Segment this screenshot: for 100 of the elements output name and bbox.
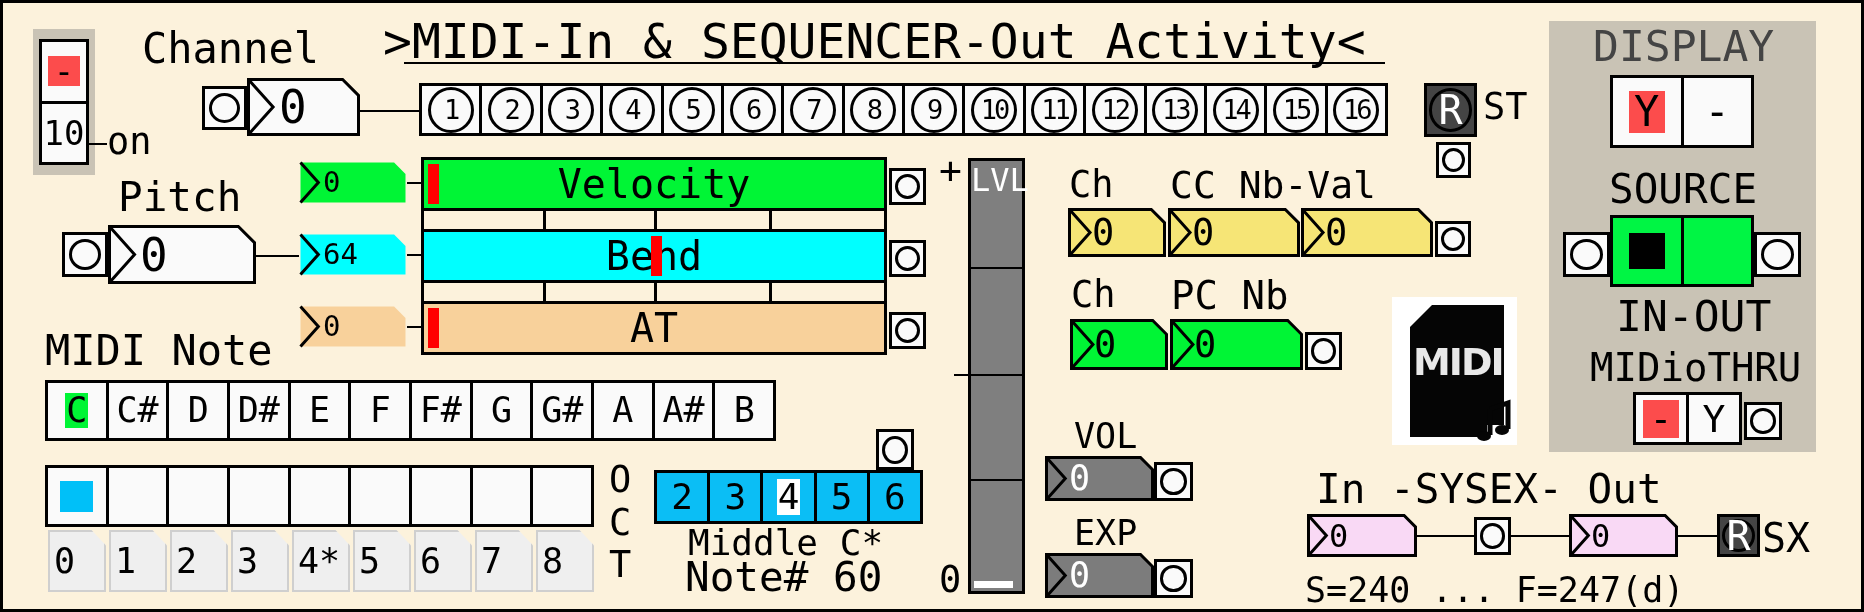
octave-option[interactable] [533, 465, 595, 527]
number-box[interactable]: 0 [1170, 319, 1303, 370]
caption: SX [1762, 518, 1811, 558]
octave-label: 3 [231, 530, 289, 592]
slider-label: 0 [939, 561, 962, 598]
slider-handle[interactable] [428, 308, 439, 348]
number-box[interactable]: 0 [1070, 319, 1168, 370]
bang-button[interactable] [1754, 232, 1801, 277]
range-note: S=240 ... F=247(d) [1305, 573, 1685, 608]
channel-button[interactable]: 10 [965, 83, 1026, 136]
bang-button[interactable] [202, 86, 247, 130]
channel-button[interactable]: 5 [663, 83, 724, 136]
bang-button[interactable] [889, 312, 926, 349]
octave-option[interactable] [169, 465, 230, 527]
number-box[interactable]: 0 [1307, 514, 1417, 557]
radio-option[interactable] [1610, 215, 1684, 287]
channel-button[interactable]: 14 [1206, 83, 1268, 136]
bang-button[interactable] [1474, 517, 1511, 555]
caption: on [107, 123, 152, 160]
bang-button[interactable] [1154, 559, 1193, 598]
note-option[interactable]: D# [230, 380, 291, 441]
number-box[interactable]: 0 [1045, 456, 1154, 501]
octave-option[interactable]: 4 [763, 470, 817, 524]
number-box[interactable]: 0 [1301, 208, 1433, 257]
channel-button[interactable]: 1 [419, 83, 483, 136]
number-box[interactable]: 64 [299, 233, 407, 276]
radio-option[interactable] [1683, 215, 1754, 287]
octave-option[interactable] [108, 465, 170, 527]
octave-option[interactable] [351, 465, 413, 527]
octave-option[interactable] [472, 465, 534, 527]
note-option[interactable]: E [290, 380, 352, 441]
radio-option[interactable]: - [1633, 392, 1689, 445]
channel-button[interactable]: 11 [1025, 83, 1087, 136]
display-label: DISPLAY [1593, 25, 1775, 68]
octave-option[interactable]: 6 [869, 470, 923, 524]
bang-button[interactable] [889, 168, 926, 205]
note-option[interactable]: A# [654, 380, 716, 441]
radio-option[interactable]: 10 [39, 103, 89, 165]
bang-button[interactable] [876, 429, 914, 470]
bang-button[interactable] [1563, 232, 1610, 277]
octave-option[interactable]: 2 [654, 470, 711, 524]
bang-button[interactable] [1436, 142, 1471, 178]
channel-button[interactable]: 15 [1267, 83, 1328, 136]
bang-button[interactable] [1744, 402, 1782, 440]
channel-button[interactable]: 12 [1086, 83, 1147, 136]
number-box[interactable]: 0 [1569, 514, 1678, 557]
octave-label: 7 [475, 530, 533, 592]
channel-button[interactable]: 4 [603, 83, 664, 136]
music-file-icon [1392, 297, 1517, 445]
controller-label: VOL [1074, 419, 1138, 454]
note-option[interactable]: C# [108, 380, 170, 441]
source-label: SOURCE [1609, 169, 1758, 210]
bang-button[interactable] [1435, 221, 1471, 257]
note-option[interactable]: D [169, 380, 230, 441]
slider[interactable]: AT [421, 301, 887, 355]
note-option[interactable]: G [472, 380, 534, 441]
octave-option[interactable]: 3 [710, 470, 764, 524]
reset-button[interactable]: R [1424, 83, 1477, 137]
number-box[interactable]: 0 [1168, 208, 1300, 257]
octave-label: 8 [536, 530, 594, 592]
slider-handle[interactable] [974, 581, 1013, 588]
octave-option[interactable] [290, 465, 352, 527]
note-option[interactable]: A [594, 380, 655, 441]
radio-option[interactable]: - [1683, 75, 1754, 148]
channel-button[interactable]: 16 [1327, 83, 1388, 136]
note-option[interactable]: C [45, 380, 109, 441]
channel-button[interactable]: 3 [542, 83, 604, 136]
number-box[interactable]: 0 [108, 225, 256, 284]
number-box[interactable]: 0 [299, 161, 407, 204]
octave-option[interactable]: 5 [816, 470, 870, 524]
octave-option[interactable] [45, 465, 109, 527]
slider[interactable]: Velocity [421, 157, 887, 211]
number-box[interactable]: 0 [299, 305, 407, 348]
reset-button[interactable]: R [1717, 514, 1760, 557]
radio-option[interactable]: - [39, 39, 89, 104]
caption: ST [1483, 88, 1528, 125]
bang-button[interactable] [62, 232, 108, 277]
octave-label: 6 [414, 530, 472, 592]
note-option[interactable]: F [351, 380, 413, 441]
bang-button[interactable] [1305, 332, 1342, 370]
channel-button[interactable]: 13 [1146, 83, 1207, 136]
octave-option[interactable] [412, 465, 473, 527]
channel-button[interactable]: 9 [905, 83, 966, 136]
channel-button[interactable]: 8 [844, 83, 905, 136]
number-box[interactable]: 0 [1068, 208, 1166, 257]
octave-option[interactable] [230, 465, 291, 527]
note-option[interactable]: G# [533, 380, 595, 441]
slider-handle[interactable] [428, 164, 439, 204]
radio-option[interactable]: Y [1610, 75, 1684, 148]
radio-option[interactable]: Y [1689, 392, 1742, 445]
pc-label: PC Nb [1171, 276, 1289, 315]
channel-button[interactable]: 7 [784, 83, 845, 136]
bang-button[interactable] [889, 240, 926, 277]
note-option[interactable]: F# [412, 380, 473, 441]
number-box[interactable]: 0 [247, 78, 360, 136]
number-box[interactable]: 0 [1045, 553, 1154, 598]
bang-button[interactable] [1154, 462, 1193, 501]
channel-button[interactable]: 6 [723, 83, 785, 136]
channel-button[interactable]: 2 [482, 83, 543, 136]
note-option[interactable]: B [715, 380, 777, 441]
